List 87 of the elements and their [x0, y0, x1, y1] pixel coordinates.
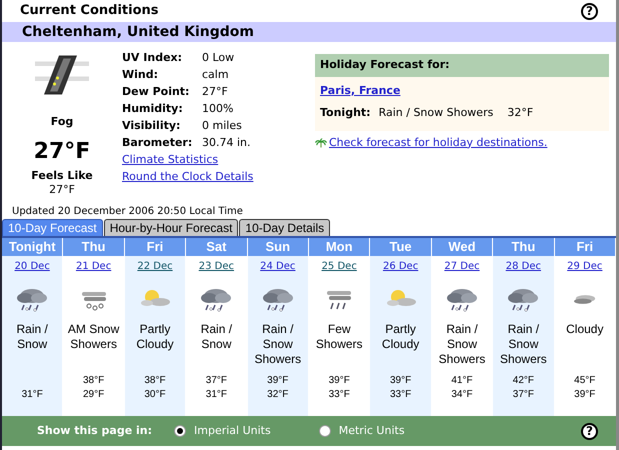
- date-link[interactable]: 28 Dec: [506, 261, 542, 272]
- feels-like-value: 27°F: [49, 182, 75, 198]
- high-temperature: 39°F: [328, 374, 350, 388]
- low-temperature: 33°F: [328, 388, 350, 402]
- text-link[interactable]: Round the Clock Details: [122, 170, 254, 183]
- low-temperature: 37°F: [512, 388, 534, 402]
- forecast-condition: AM Snow Showers: [66, 322, 120, 353]
- holiday-temperature: 32°F: [507, 105, 534, 121]
- period-label: Tonight:: [320, 105, 371, 121]
- date-link[interactable]: 23 Dec: [198, 261, 234, 272]
- text-link[interactable]: Climate Statistics: [122, 153, 218, 166]
- detail-value: 0 Low: [202, 50, 234, 66]
- day-heading: Sat: [186, 238, 247, 256]
- detail-label: Dew Point:: [122, 84, 190, 100]
- low-temperature: 30°F: [144, 388, 166, 402]
- detail-label: Barometer:: [122, 135, 194, 151]
- holiday-condition: Rain / Snow Showers: [378, 105, 494, 121]
- day-heading: Fri: [554, 238, 615, 256]
- forecast-condition: Few Showers: [314, 322, 364, 353]
- help-button[interactable]: ?: [581, 422, 598, 440]
- panel-title: Current Conditions: [20, 2, 159, 20]
- day-heading: Thu: [493, 238, 554, 256]
- detail-value: 0 miles: [202, 118, 242, 134]
- day-heading: Tue: [370, 238, 431, 256]
- date-link[interactable]: 26 Dec: [382, 261, 418, 272]
- tab[interactable]: 10-Day Details: [239, 219, 330, 236]
- low-temperature: 29°F: [82, 388, 104, 402]
- high-temperature: 38°F: [144, 374, 166, 388]
- help-button[interactable]: ?: [581, 2, 598, 20]
- high-temperature: 41°F: [451, 374, 473, 388]
- cloud-icon: [574, 294, 596, 304]
- holiday-heading: Holiday Forecast for:: [315, 54, 609, 76]
- forecast-condition: Rain / Snow: [16, 322, 49, 353]
- low-temperature: 32°F: [267, 388, 288, 402]
- forecast-condition: Partly Cloudy: [380, 322, 420, 353]
- date-link[interactable]: 24 Dec: [260, 261, 296, 272]
- detail-value: calm: [202, 67, 229, 83]
- condition-text: Fog: [50, 114, 74, 130]
- feels-like-label: Feels Like: [31, 170, 93, 182]
- forecast-condition: Rain / Snow Showers: [499, 322, 548, 368]
- low-temperature: 33°F: [390, 388, 412, 402]
- palm-tree-icon: [315, 136, 327, 150]
- detail-value: 30.74 in.: [202, 135, 251, 151]
- detail-label: Wind:: [122, 67, 160, 83]
- high-temperature: 42°F: [512, 374, 534, 388]
- detail-label: Visibility:: [122, 118, 182, 134]
- high-temperature: 37°F: [206, 374, 227, 388]
- forecast-condition: Rain / Snow: [200, 322, 234, 353]
- updated-text: Updated 20 December 2006 20:50 Local Time: [11, 205, 244, 219]
- detail-label: UV Index:: [122, 50, 184, 66]
- day-heading: Wed: [432, 238, 492, 256]
- high-temperature: 39°F: [267, 374, 288, 388]
- day-heading: Mon: [309, 238, 370, 256]
- date-link[interactable]: 29 Dec: [567, 261, 602, 272]
- day-heading: Sun: [248, 238, 308, 256]
- holiday-place-link[interactable]: Paris, France: [320, 84, 400, 96]
- forecast-condition: Cloudy: [566, 322, 604, 338]
- date-link[interactable]: 25 Dec: [322, 261, 357, 272]
- radio-button[interactable]: [174, 425, 186, 437]
- detail-value: 100%: [202, 101, 234, 117]
- tab[interactable]: Hour-by-Hour Forecast: [104, 219, 238, 236]
- date-link[interactable]: 20 Dec: [14, 261, 50, 272]
- day-heading: Thu: [63, 238, 124, 256]
- date-link[interactable]: 21 Dec: [76, 261, 112, 272]
- location-heading: Cheltenham, United Kingdom: [2, 22, 616, 42]
- forecast-condition: Partly Cloudy: [135, 322, 175, 353]
- forecast-condition: Rain / Snow Showers: [253, 322, 302, 368]
- high-temperature: 38°F: [82, 374, 104, 388]
- radio-label: Imperial Units: [194, 422, 271, 439]
- low-temperature: 34°F: [451, 388, 473, 402]
- low-temperature: 31°F: [206, 388, 227, 402]
- low-temperature: 31°F: [22, 388, 43, 402]
- day-heading: Tonight: [2, 238, 62, 256]
- radio-button[interactable]: [318, 425, 331, 437]
- forecast-condition: Rain / Snow Showers: [438, 322, 486, 368]
- current-temperature: 27°F: [34, 138, 90, 166]
- detail-label: Humidity:: [122, 101, 184, 117]
- low-temperature: 39°F: [574, 388, 596, 402]
- day-heading: Fri: [124, 238, 186, 256]
- radio-label: Metric Units: [338, 422, 405, 439]
- units-label: Show this page in:: [37, 422, 152, 439]
- high-temperature: 39°F: [390, 374, 412, 388]
- date-link[interactable]: 22 Dec: [137, 261, 173, 272]
- high-temperature: 45°F: [574, 374, 596, 388]
- date-link[interactable]: 27 Dec: [444, 261, 480, 272]
- detail-value: 27°F: [202, 84, 228, 100]
- holiday-destinations-link[interactable]: Check forecast for holiday destinations.: [329, 134, 548, 151]
